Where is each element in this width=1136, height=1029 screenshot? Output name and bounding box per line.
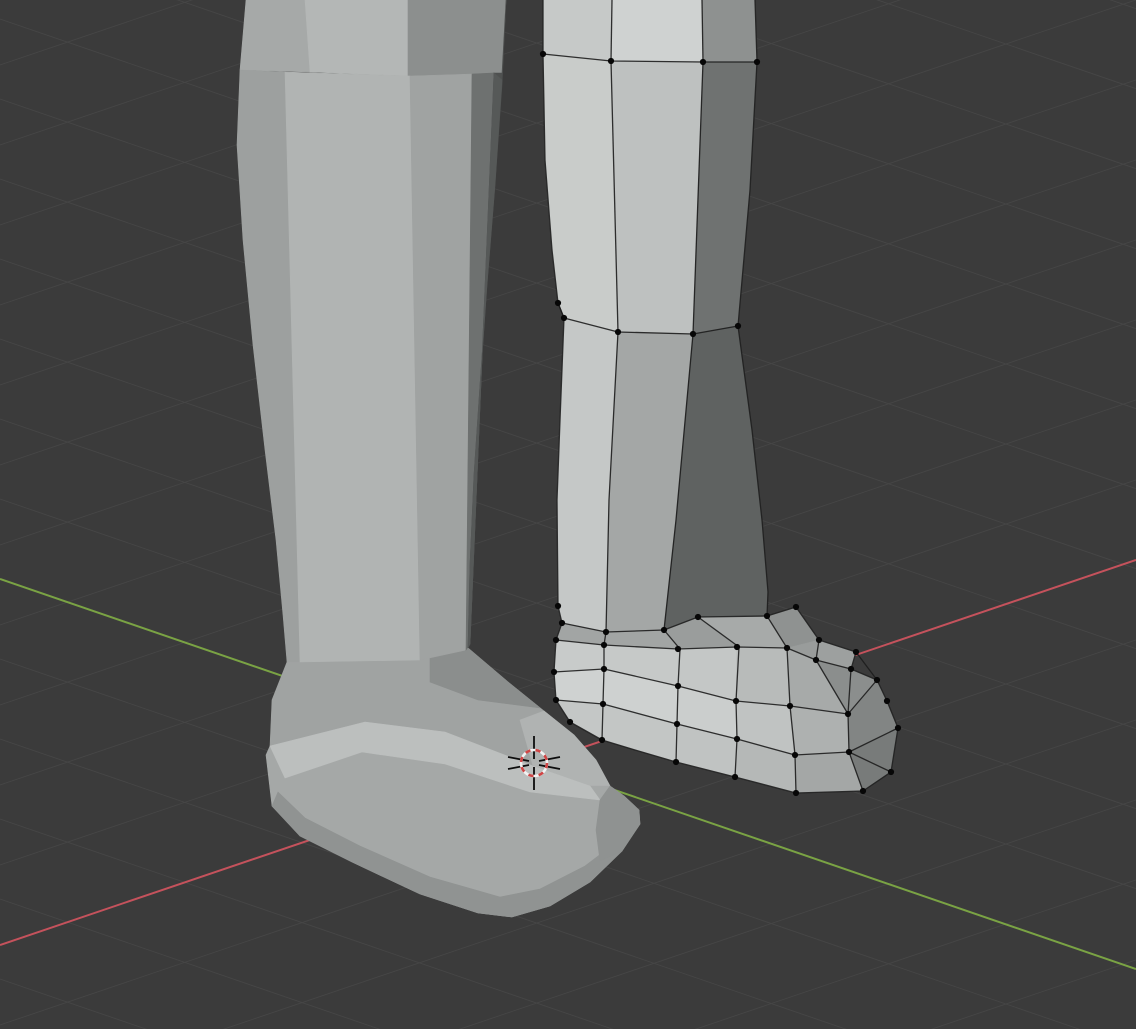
right-leg-mesh[interactable] (543, 0, 768, 632)
3d-viewport[interactable] (0, 0, 1136, 1029)
